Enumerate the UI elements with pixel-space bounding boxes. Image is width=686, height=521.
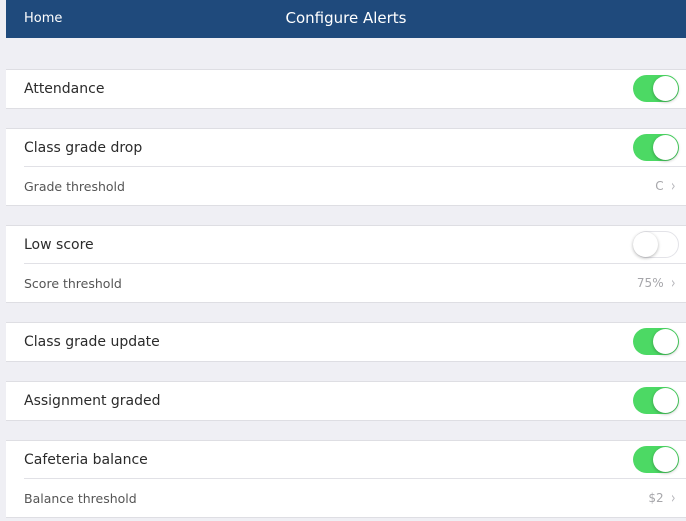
toggle-knob — [653, 329, 678, 354]
toggle-knob — [633, 232, 658, 257]
chevron-right-icon: › — [670, 488, 676, 507]
threshold-label: Score threshold — [24, 275, 122, 291]
alert-toggle-row: Cafeteria balance — [6, 441, 686, 479]
settings-group: Cafeteria balance Balance threshold $2 › — [6, 440, 686, 518]
settings-group: Assignment graded — [6, 381, 686, 421]
alert-toggle-switch[interactable] — [633, 387, 679, 414]
alert-toggle-row: Class grade update — [6, 323, 686, 361]
toggle-knob — [653, 388, 678, 413]
threshold-row[interactable]: Score threshold 75% › — [6, 263, 686, 302]
alert-toggle-row: Class grade drop — [6, 129, 686, 167]
chevron-right-icon: › — [670, 273, 676, 292]
threshold-value-group: 75% › — [637, 264, 676, 302]
toggle-knob — [653, 76, 678, 101]
threshold-value: C — [655, 179, 664, 193]
alert-toggle-switch[interactable] — [633, 231, 679, 258]
threshold-row[interactable]: Grade threshold C › — [6, 166, 686, 205]
navigation-bar: Home Configure Alerts — [6, 0, 686, 38]
threshold-value: $2 — [648, 491, 664, 505]
alert-label: Attendance — [24, 81, 105, 97]
threshold-row[interactable]: Balance threshold $2 › — [6, 478, 686, 517]
alert-toggle-switch[interactable] — [633, 328, 679, 355]
toggle-knob — [653, 135, 678, 160]
alert-label: Class grade drop — [24, 140, 143, 156]
alert-toggle-row: Assignment graded — [6, 382, 686, 420]
alert-toggle-switch[interactable] — [633, 75, 679, 102]
alert-label: Cafeteria balance — [24, 452, 148, 468]
settings-group: Class grade drop Grade threshold C › — [6, 128, 686, 206]
threshold-label: Balance threshold — [24, 490, 137, 506]
settings-group: Attendance — [6, 69, 686, 109]
page-title: Configure Alerts — [285, 9, 407, 27]
threshold-value-group: C › — [655, 167, 676, 205]
alert-label: Low score — [24, 237, 94, 253]
settings-group: Low score Score threshold 75% › — [6, 225, 686, 303]
alert-toggle-row: Attendance — [6, 70, 686, 108]
settings-group: Class grade update — [6, 322, 686, 362]
alert-toggle-switch[interactable] — [633, 446, 679, 473]
toggle-knob — [653, 447, 678, 472]
threshold-label: Grade threshold — [24, 178, 125, 194]
chevron-right-icon: › — [670, 176, 676, 195]
threshold-value: 75% — [636, 276, 664, 290]
alert-label: Class grade update — [24, 334, 160, 350]
threshold-value-group: $2 › — [648, 479, 676, 517]
alert-label: Assignment graded — [24, 393, 161, 409]
alert-toggle-row: Low score — [6, 226, 686, 264]
configure-alerts-screen: Home Configure Alerts Attendance Class gr… — [0, 0, 686, 521]
alert-toggle-switch[interactable] — [633, 134, 679, 161]
alerts-settings-list: Attendance Class grade drop Grade threshol… — [6, 38, 686, 521]
